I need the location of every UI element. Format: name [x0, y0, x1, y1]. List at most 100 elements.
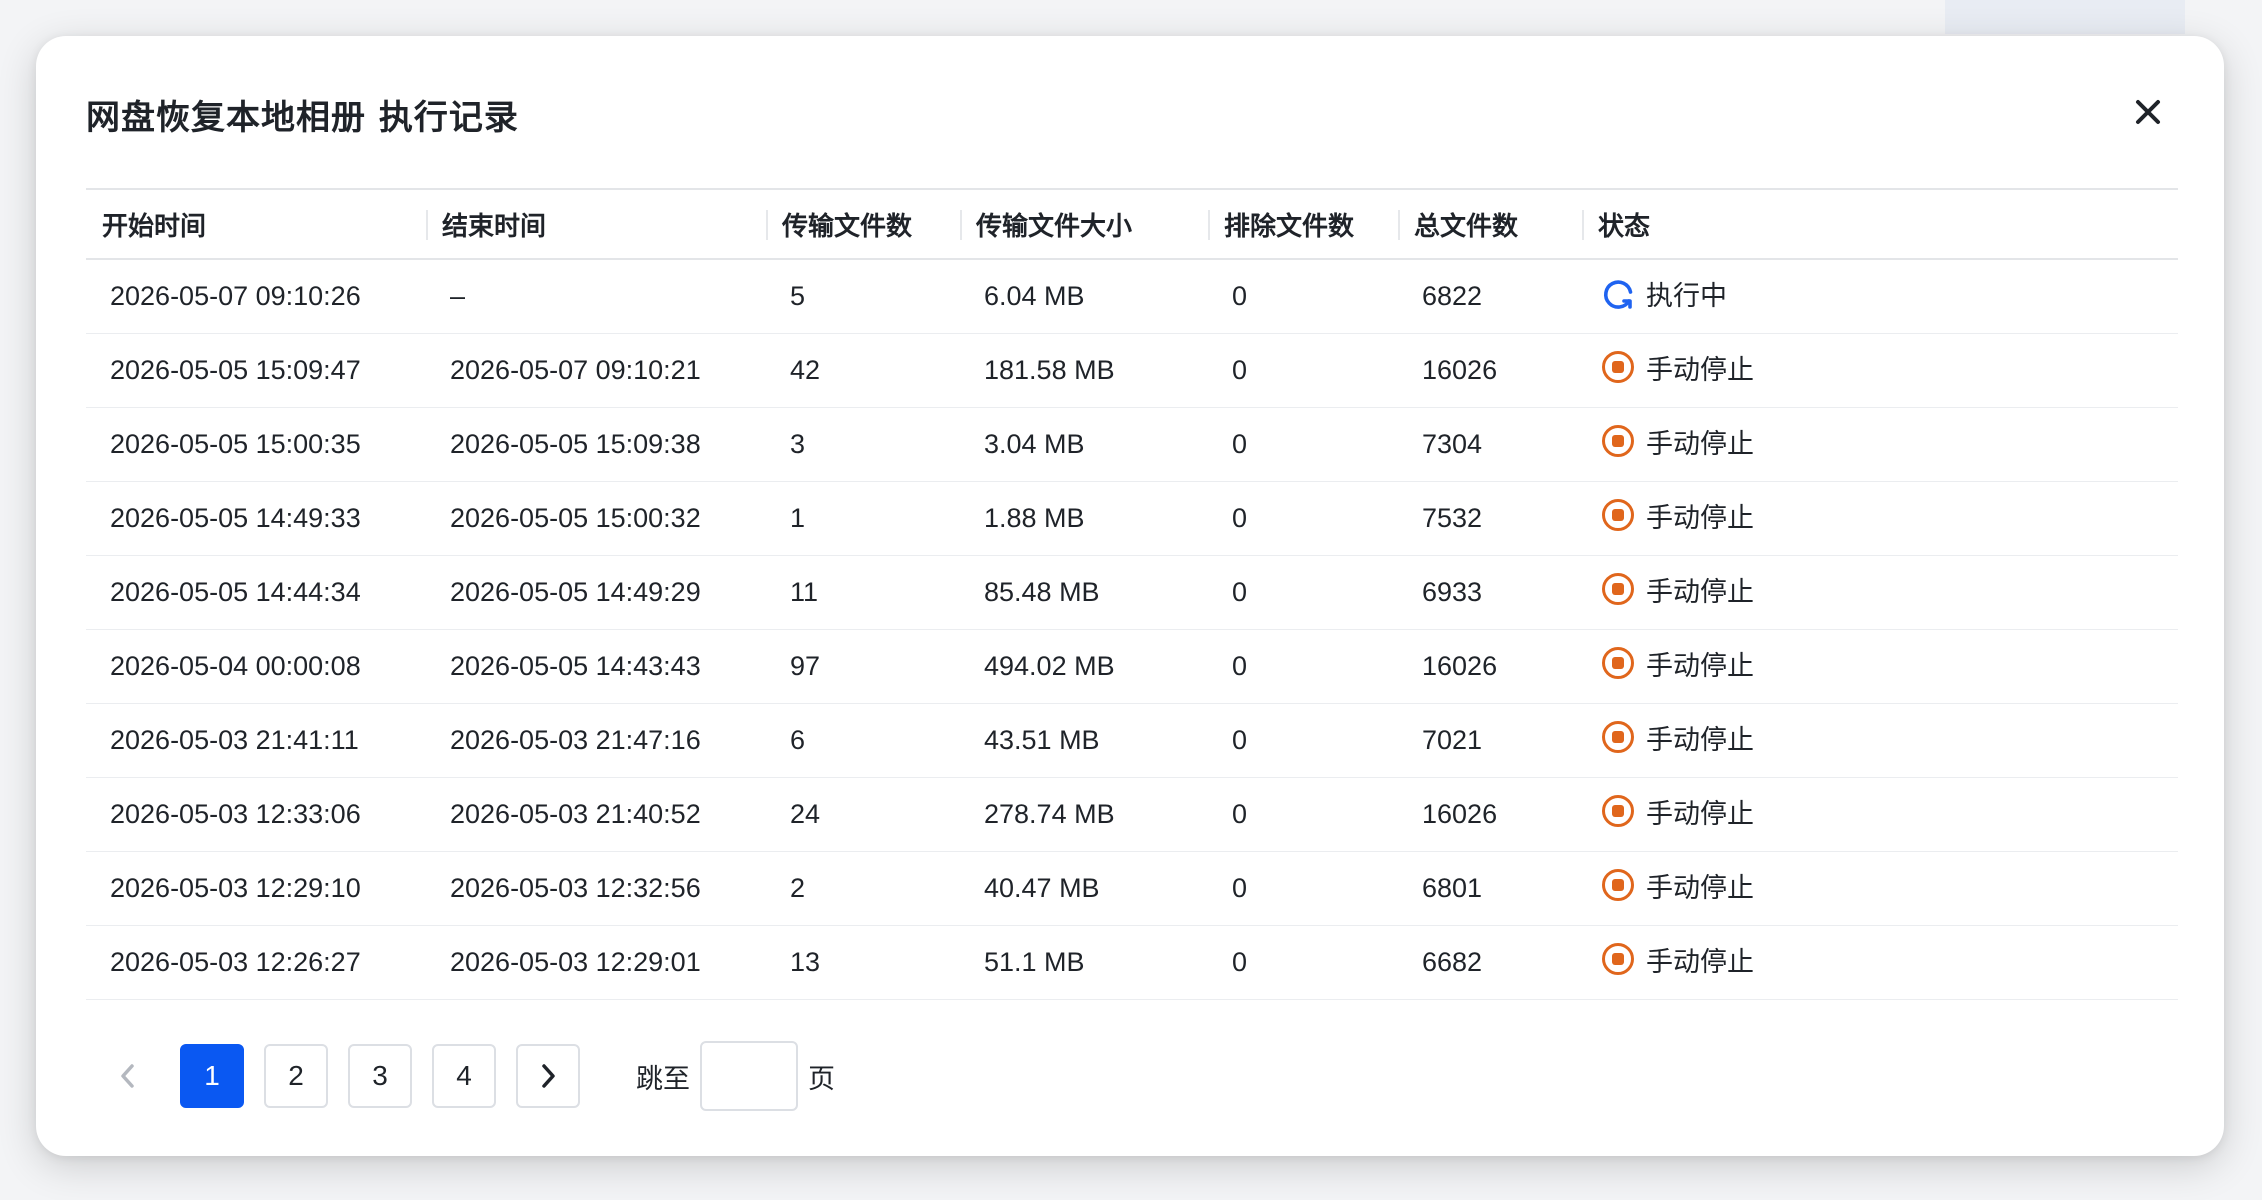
cell-excluded-count: 0 [1232, 354, 1248, 385]
cell-total-count: 7532 [1422, 502, 1483, 533]
cell-excluded-count: 0 [1232, 650, 1248, 681]
chevron-right-icon [542, 1064, 555, 1088]
status-badge: 手动停止 [1600, 866, 1754, 905]
table-header: 开始时间 结束时间 传输文件数 传输文件大小 排除文件数 总文件数 状态 [86, 189, 2178, 259]
cell-status: 执行中 [1582, 259, 2178, 333]
jump-to-label: 跳至 [636, 1063, 690, 1095]
cell-start-time: 2026-05-07 09:10:26 [110, 280, 361, 311]
cell-end-time: – [450, 280, 466, 311]
cell-transfer-size: 51.1 MB [984, 946, 1085, 977]
stop-circle-icon [1602, 647, 1634, 680]
cell-excluded-count: 0 [1232, 724, 1248, 755]
cell-start-time: 2026-05-05 14:49:33 [110, 502, 361, 533]
cell-transfer-count: 24 [790, 798, 821, 829]
header-end-time: 结束时间 [426, 189, 766, 259]
cell-transfer-size: 1.88 MB [984, 502, 1085, 533]
cell-transfer-count: 97 [790, 650, 821, 681]
cell-transfer-count: 2 [790, 872, 806, 903]
status-badge: 手动停止 [1600, 422, 1754, 461]
cell-transfer-count: 13 [790, 946, 821, 977]
header-total-count: 总文件数 [1398, 189, 1582, 259]
cell-total-count: 6682 [1422, 946, 1483, 977]
refresh-icon [1603, 279, 1633, 309]
jump-page-input[interactable] [700, 1041, 798, 1111]
cell-transfer-count: 6 [790, 724, 806, 755]
stop-circle-icon [1602, 425, 1634, 458]
cell-start-time: 2026-05-03 12:26:27 [110, 946, 361, 977]
close-button[interactable] [2128, 92, 2168, 132]
stop-circle-icon [1602, 795, 1634, 828]
page-button-1[interactable]: 1 [180, 1044, 244, 1108]
status-badge: 手动停止 [1600, 718, 1754, 757]
status-label: 手动停止 [1646, 872, 1754, 904]
cell-total-count: 16026 [1422, 798, 1498, 829]
cell-start-time: 2026-05-03 21:41:11 [110, 724, 359, 755]
cell-end-time: 2026-05-03 21:40:52 [450, 798, 701, 829]
cell-transfer-size: 85.48 MB [984, 576, 1100, 607]
stop-circle-icon [1602, 351, 1634, 384]
cell-total-count: 7304 [1422, 428, 1483, 459]
cell-end-time: 2026-05-05 15:09:38 [450, 428, 701, 459]
header-status: 状态 [1582, 189, 2178, 259]
cell-total-count: 7021 [1422, 724, 1483, 755]
cell-start-time: 2026-05-03 12:33:06 [110, 798, 361, 829]
status-label: 手动停止 [1646, 576, 1754, 608]
cell-end-time: 2026-05-03 12:32:56 [450, 872, 701, 903]
dialog-title: 网盘恢复本地相册 执行记录 [86, 98, 519, 138]
cell-start-time: 2026-05-05 15:00:35 [110, 428, 361, 459]
table-row: 2026-05-04 00:00:08 2026-05-05 14:43:43 97… [86, 629, 2178, 703]
cell-total-count: 6822 [1422, 280, 1483, 311]
cell-excluded-count: 0 [1232, 798, 1248, 829]
cell-status: 手动停止 [1582, 851, 2178, 925]
records-table: 开始时间 结束时间 传输文件数 传输文件大小 排除文件数 总文件数 状态 202… [86, 188, 2178, 1000]
stop-circle-icon [1602, 943, 1634, 976]
header-start-time: 开始时间 [102, 211, 207, 242]
stop-circle-icon [1602, 721, 1634, 754]
table-row: 2026-05-03 12:26:27 2026-05-03 12:29:01 13… [86, 925, 2178, 999]
header-transfer-size: 传输文件大小 [960, 189, 1208, 259]
execution-record-dialog: 网盘恢复本地相册 执行记录 开始时间 结束时间 传输文件数 传输文件大小 排除文… [36, 36, 2224, 1156]
stop-circle-icon [1602, 573, 1634, 606]
table-row: 2026-05-05 15:09:47 2026-05-07 09:10:21 42… [86, 333, 2178, 407]
status-label: 手动停止 [1646, 502, 1754, 534]
cell-transfer-count: 5 [790, 280, 806, 311]
jump-page-suffix: 页 [808, 1063, 835, 1095]
cell-excluded-count: 0 [1232, 280, 1248, 311]
prev-page-button[interactable] [96, 1044, 160, 1108]
cell-total-count: 16026 [1422, 354, 1498, 385]
chevron-left-icon [121, 1064, 134, 1088]
cell-total-count: 6933 [1422, 576, 1483, 607]
status-badge: 执行中 [1600, 274, 1727, 313]
cell-transfer-count: 42 [790, 354, 821, 385]
header-transfer-count: 传输文件数 [766, 189, 960, 259]
page-button-3[interactable]: 3 [348, 1044, 412, 1108]
cell-excluded-count: 0 [1232, 428, 1248, 459]
cell-total-count: 16026 [1422, 650, 1498, 681]
stop-circle-icon [1602, 869, 1634, 902]
table-row: 2026-05-05 14:49:33 2026-05-05 15:00:32 1 1… [86, 481, 2178, 555]
cell-transfer-count: 3 [790, 428, 806, 459]
cell-end-time: 2026-05-05 14:43:43 [450, 650, 701, 681]
table-row: 2026-05-03 21:41:11 2026-05-03 21:47:16 6 4… [86, 703, 2178, 777]
status-label: 手动停止 [1646, 946, 1754, 978]
status-label: 手动停止 [1646, 798, 1754, 830]
cell-transfer-size: 278.74 MB [984, 798, 1115, 829]
cell-end-time: 2026-05-03 21:47:16 [450, 724, 701, 755]
cell-status: 手动停止 [1582, 703, 2178, 777]
cell-start-time: 2026-05-05 14:44:34 [110, 576, 361, 607]
table-row: 2026-05-03 12:29:10 2026-05-03 12:32:56 2 4… [86, 851, 2178, 925]
cell-status: 手动停止 [1582, 333, 2178, 407]
status-label: 手动停止 [1646, 724, 1754, 756]
page-button-2[interactable]: 2 [264, 1044, 328, 1108]
status-label: 手动停止 [1646, 354, 1754, 386]
status-badge: 手动停止 [1600, 348, 1754, 387]
records-table-container: 开始时间 结束时间 传输文件数 传输文件大小 排除文件数 总文件数 状态 202… [86, 188, 2178, 1000]
status-badge: 手动停止 [1600, 496, 1754, 535]
cell-status: 手动停止 [1582, 555, 2178, 629]
table-row: 2026-05-05 14:44:34 2026-05-05 14:49:29 11… [86, 555, 2178, 629]
page-button-4[interactable]: 4 [432, 1044, 496, 1108]
next-page-button[interactable] [516, 1044, 580, 1108]
status-badge: 手动停止 [1600, 940, 1754, 979]
cell-status: 手动停止 [1582, 481, 2178, 555]
stop-circle-icon [1602, 499, 1634, 532]
